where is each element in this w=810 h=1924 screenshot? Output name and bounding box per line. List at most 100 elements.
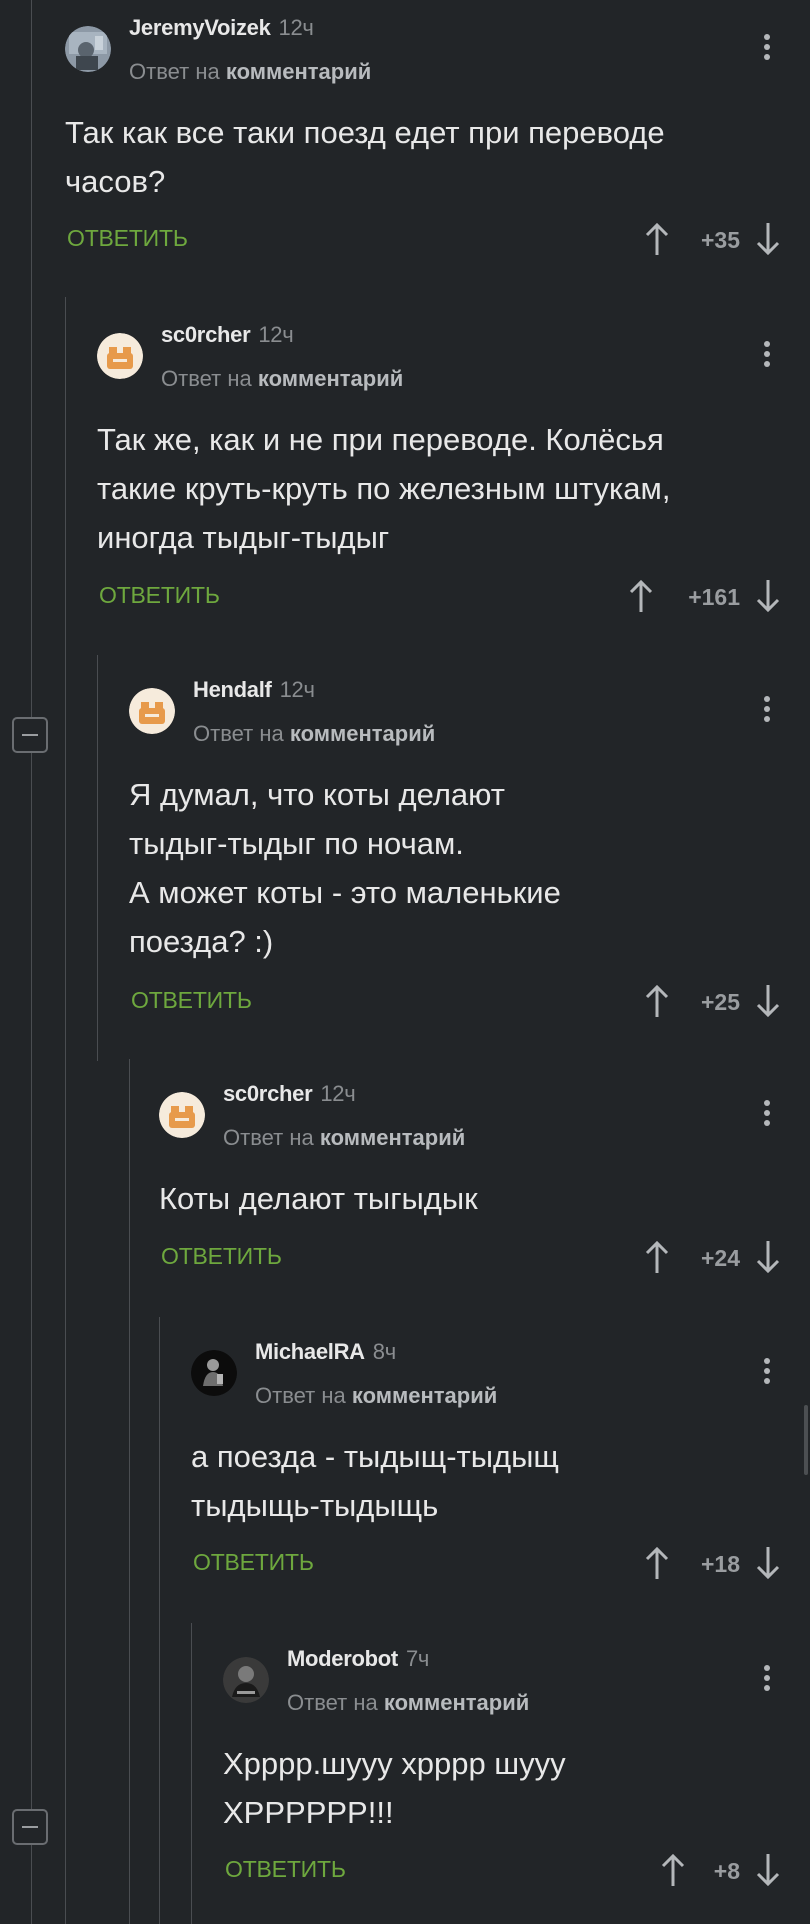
- vote-score: +35: [700, 227, 740, 253]
- arrow-down-icon[interactable]: [754, 1545, 782, 1581]
- vote-controls: +161: [627, 576, 783, 616]
- comment-actions: ОТВЕТИТЬ +18: [191, 1543, 790, 1583]
- avatar[interactable]: [159, 1092, 205, 1138]
- scrollbar[interactable]: [804, 1405, 808, 1475]
- arrow-down-icon[interactable]: [754, 1852, 782, 1888]
- comment-text: Так как все таки поезд едет при переводе…: [65, 115, 665, 199]
- arrow-up-icon[interactable]: [643, 221, 671, 257]
- more-vertical-icon[interactable]: [763, 1665, 771, 1693]
- comment: Moderobot 7ч Ответ на комментарий Хрррр.ш…: [223, 1631, 810, 1924]
- username[interactable]: JeremyVoizek: [129, 15, 271, 40]
- comment-actions: ОТВЕТИТЬ +25: [129, 981, 790, 1021]
- more-vertical-icon[interactable]: [763, 34, 771, 62]
- reply-button[interactable]: ОТВЕТИТЬ: [67, 225, 188, 252]
- reply-to-link[interactable]: комментарий: [290, 721, 435, 746]
- more-vertical-icon[interactable]: [763, 696, 771, 724]
- comment-author[interactable]: Moderobot 7ч: [287, 1646, 429, 1672]
- collapse-thread-button[interactable]: [12, 1809, 48, 1845]
- reply-to: Ответ на комментарий: [193, 721, 435, 747]
- comment-text: а поезда - тыдыщ-тыдыщ тыдыщь-тыдыщь: [191, 1439, 559, 1523]
- reply-button[interactable]: ОТВЕТИТЬ: [161, 1243, 282, 1270]
- avatar[interactable]: [129, 688, 175, 734]
- collapse-thread-button[interactable]: [12, 717, 48, 753]
- comment-author[interactable]: sc0rcher 12ч: [161, 322, 294, 348]
- arrow-down-icon[interactable]: [754, 983, 782, 1019]
- vote-score: +25: [700, 989, 740, 1015]
- avatar[interactable]: [223, 1657, 269, 1703]
- comment: sc0rcher 12ч Ответ на комментарий Коты де…: [159, 1066, 810, 1306]
- arrow-up-icon[interactable]: [643, 1239, 671, 1275]
- reply-to-link[interactable]: комментарий: [320, 1125, 465, 1150]
- more-vertical-icon[interactable]: [763, 341, 771, 369]
- vote-controls: +8: [659, 1850, 783, 1890]
- comment: sc0rcher 12ч Ответ на комментарий Так же,…: [97, 307, 810, 647]
- avatar[interactable]: [97, 333, 143, 379]
- reply-to-link[interactable]: комментарий: [352, 1383, 497, 1408]
- reply-to-link[interactable]: комментарий: [226, 59, 371, 84]
- arrow-down-icon[interactable]: [754, 1239, 782, 1275]
- more-vertical-icon[interactable]: [763, 1100, 771, 1128]
- thread-line: [65, 297, 66, 1924]
- comment: JeremyVoizek 12ч Ответ на комментарий Так…: [65, 0, 810, 300]
- comment-time: 12ч: [320, 1081, 356, 1106]
- reply-to-prefix: Ответ на: [193, 721, 284, 746]
- vote-controls: +25: [643, 981, 783, 1021]
- comment-text: Хрррр.шууу хрррр шууу ХРРРРРР!!!: [223, 1746, 566, 1830]
- comment-author[interactable]: Hendalf 12ч: [193, 677, 315, 703]
- comment-actions: ОТВЕТИТЬ +8: [223, 1850, 790, 1890]
- arrow-up-icon[interactable]: [627, 578, 655, 614]
- comment-text: Так же, как и не при переводе. Колёсья т…: [97, 422, 671, 555]
- comment-author[interactable]: sc0rcher 12ч: [223, 1081, 356, 1107]
- thread-line: [97, 655, 98, 1061]
- more-vertical-icon[interactable]: [763, 1358, 771, 1386]
- reply-button[interactable]: ОТВЕТИТЬ: [225, 1856, 346, 1883]
- vote-controls: +18: [643, 1543, 783, 1583]
- vote-score: +8: [713, 1858, 740, 1884]
- comment-time: 7ч: [405, 1646, 430, 1671]
- comment-actions: ОТВЕТИТЬ +161: [97, 576, 790, 616]
- comment: MichaelRA 8ч Ответ на комментарий а поезд…: [191, 1324, 810, 1624]
- username[interactable]: Moderobot: [287, 1646, 398, 1671]
- reply-to-prefix: Ответ на: [255, 1383, 346, 1408]
- reply-button[interactable]: ОТВЕТИТЬ: [131, 987, 252, 1014]
- reply-to-link[interactable]: комментарий: [384, 1690, 529, 1715]
- avatar[interactable]: [191, 1350, 237, 1396]
- reply-to-prefix: Ответ на: [223, 1125, 314, 1150]
- username[interactable]: sc0rcher: [223, 1081, 313, 1106]
- arrow-up-icon[interactable]: [659, 1852, 687, 1888]
- username[interactable]: sc0rcher: [161, 322, 251, 347]
- thread-line: [191, 1623, 192, 1924]
- reply-to: Ответ на комментарий: [255, 1383, 497, 1409]
- arrow-down-icon[interactable]: [754, 221, 782, 257]
- minus-icon: [22, 734, 38, 736]
- comment-time: 12ч: [279, 677, 315, 702]
- comment-time: 8ч: [372, 1339, 396, 1364]
- comment-author[interactable]: MichaelRA 8ч: [255, 1339, 396, 1365]
- username[interactable]: Hendalf: [193, 677, 272, 702]
- reply-to-link[interactable]: комментарий: [258, 366, 403, 391]
- thread-line: [159, 1317, 160, 1924]
- reply-to: Ответ на комментарий: [161, 366, 403, 392]
- avatar[interactable]: [65, 26, 111, 72]
- reply-to: Ответ на комментарий: [287, 1690, 529, 1716]
- reply-to-prefix: Ответ на: [129, 59, 220, 84]
- vote-score: +24: [700, 1245, 740, 1271]
- comment-time: 12ч: [278, 15, 314, 40]
- comment-actions: ОТВЕТИТЬ +24: [159, 1237, 790, 1277]
- arrow-up-icon[interactable]: [643, 1545, 671, 1581]
- comment-time: 12ч: [258, 322, 294, 347]
- arrow-up-icon[interactable]: [643, 983, 671, 1019]
- comment-author[interactable]: JeremyVoizek 12ч: [129, 15, 314, 41]
- reply-to-prefix: Ответ на: [287, 1690, 378, 1715]
- reply-to-prefix: Ответ на: [161, 366, 252, 391]
- reply-button[interactable]: ОТВЕТИТЬ: [99, 582, 220, 609]
- vote-score: +161: [688, 584, 740, 610]
- username[interactable]: MichaelRA: [255, 1339, 365, 1364]
- thread-line: [129, 1059, 130, 1924]
- reply-button[interactable]: ОТВЕТИТЬ: [193, 1549, 314, 1576]
- arrow-down-icon[interactable]: [754, 578, 782, 614]
- minus-icon: [22, 1826, 38, 1828]
- reply-to: Ответ на комментарий: [223, 1125, 465, 1151]
- comment-actions: ОТВЕТИТЬ +35: [65, 219, 790, 259]
- comment: Hendalf 12ч Ответ на комментарий Я думал,…: [129, 662, 810, 1062]
